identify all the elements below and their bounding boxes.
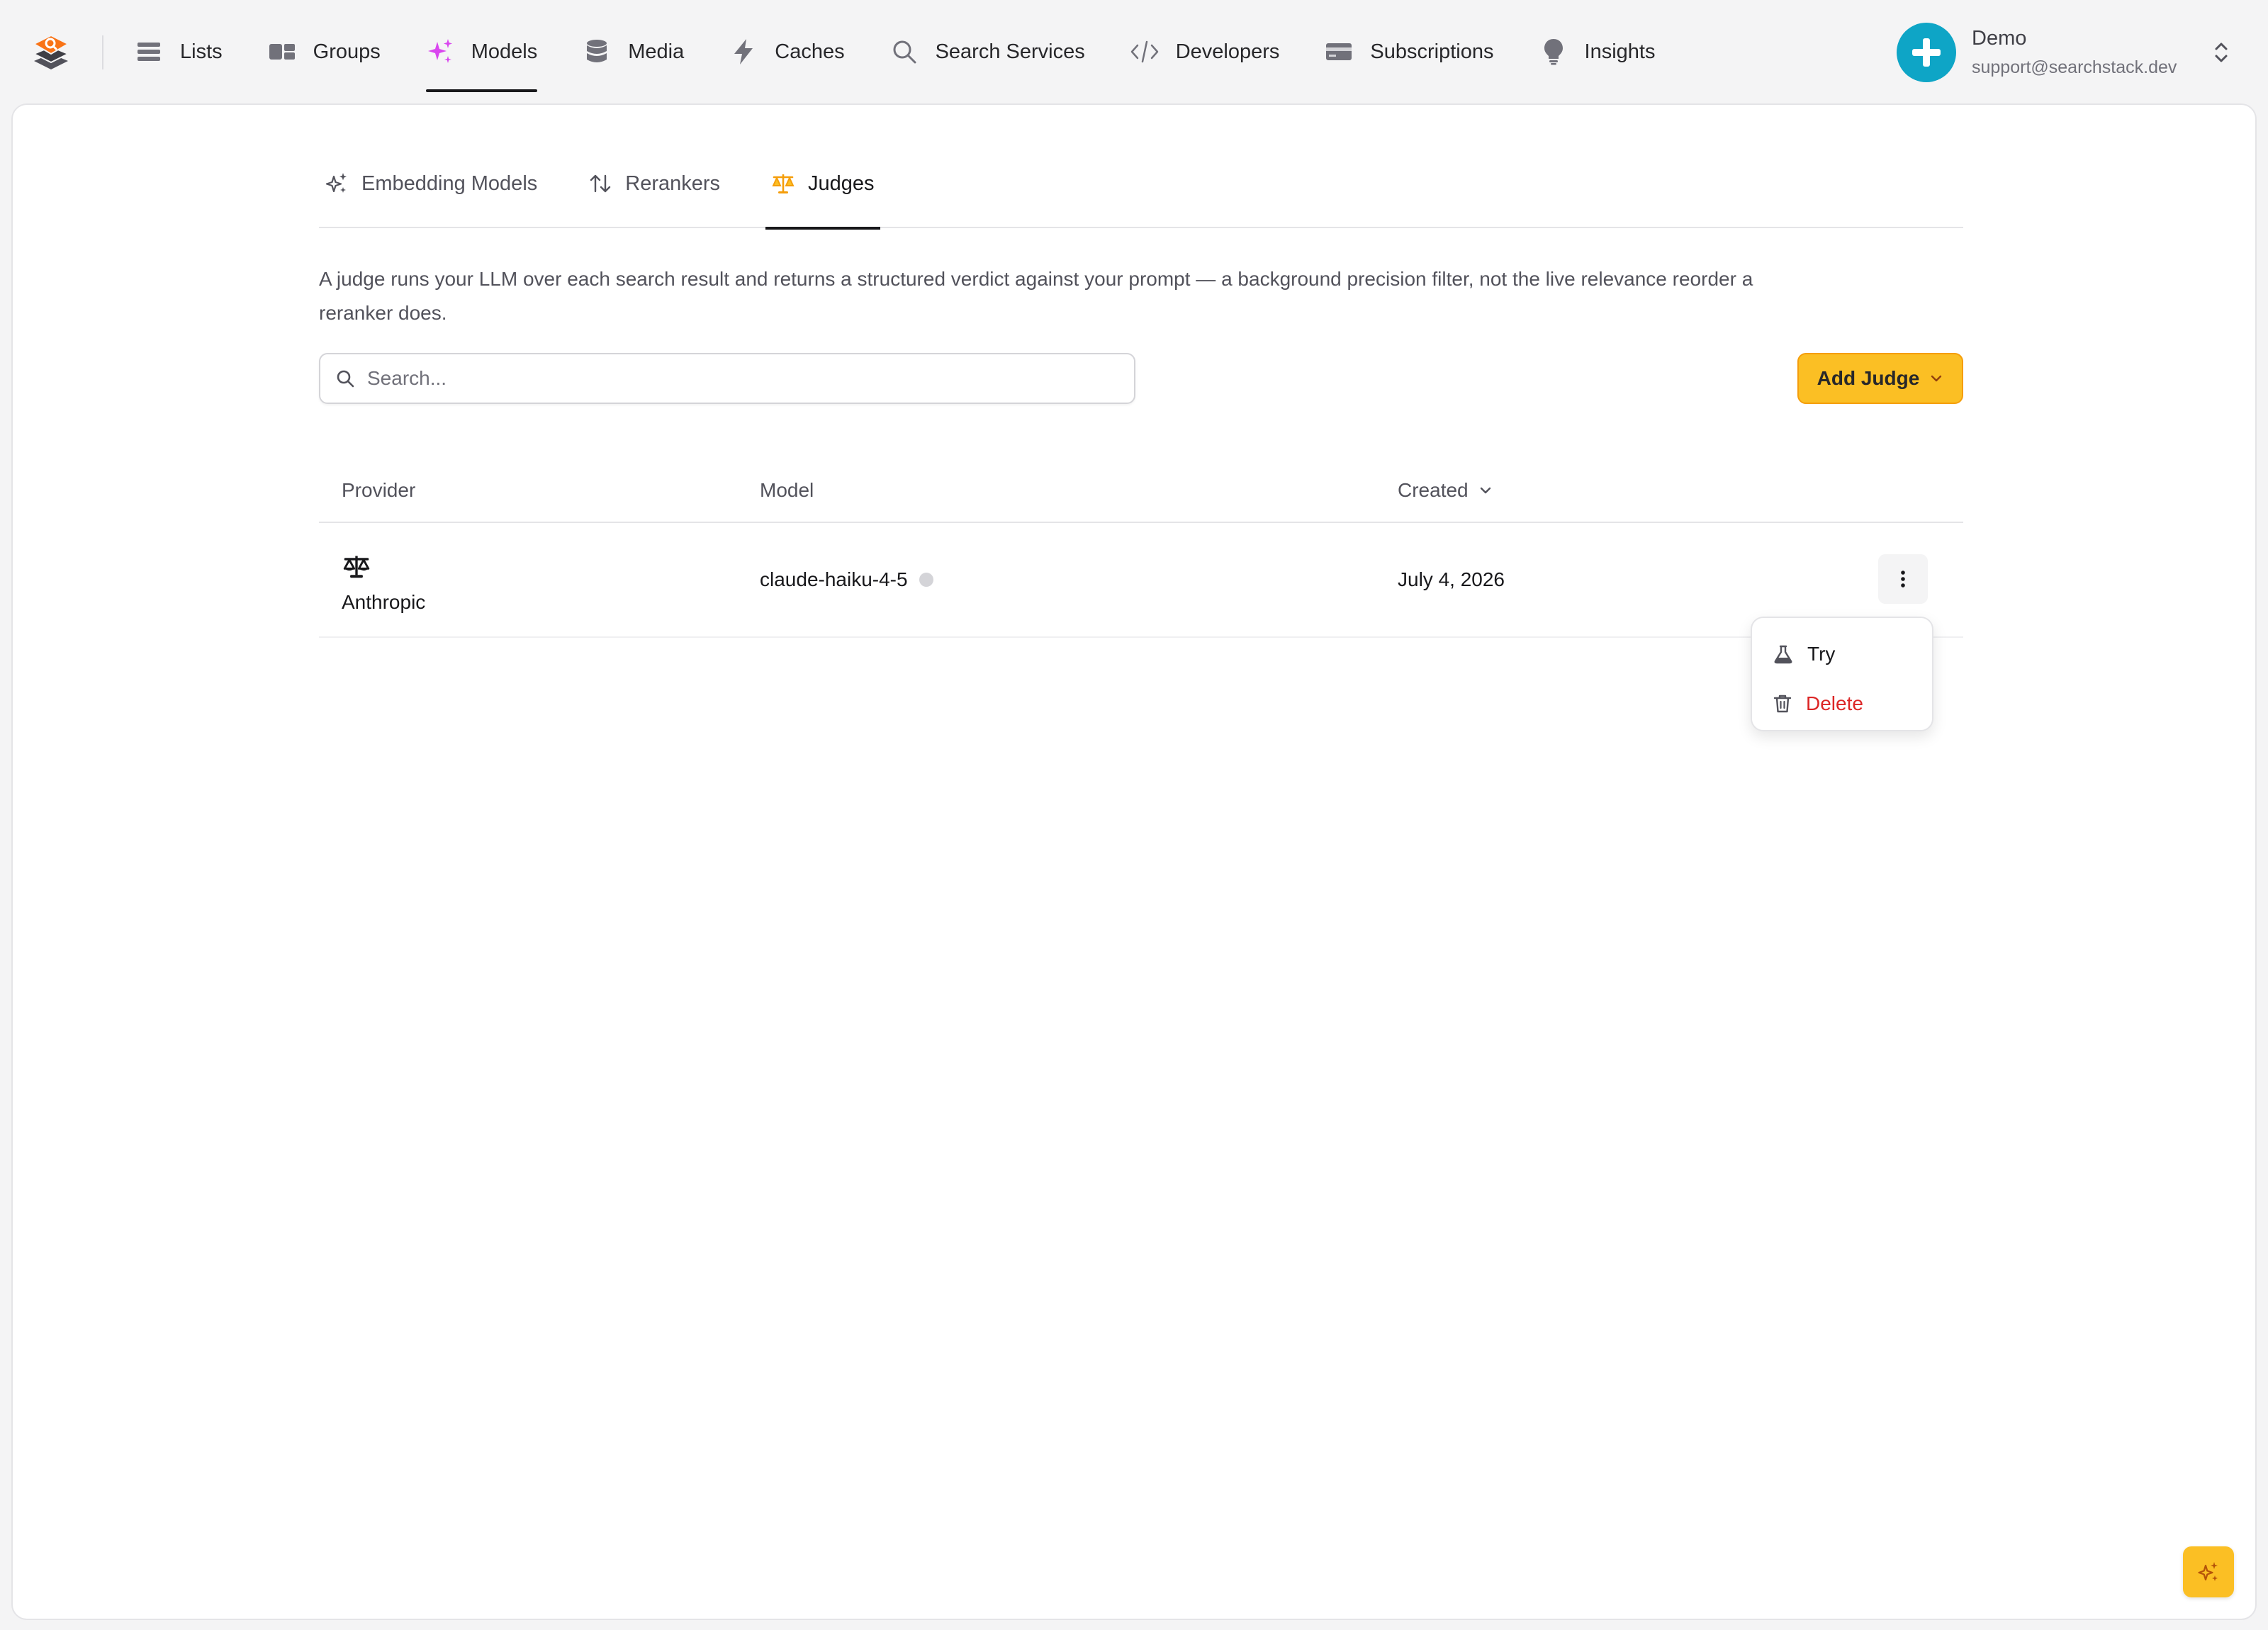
nav-divider — [102, 35, 103, 69]
tab-rerankers[interactable]: Rerankers — [583, 170, 726, 228]
account-name: Demo — [1972, 27, 2027, 50]
menu-item-label: Delete — [1806, 692, 1863, 714]
tab-embedding-models[interactable]: Embedding Models — [319, 170, 543, 228]
search-icon — [336, 369, 354, 388]
nav-item-developers[interactable]: Developers — [1130, 0, 1280, 103]
column-header-created[interactable]: Created — [1398, 479, 1493, 502]
model-cell: claude-haiku-4-5 — [760, 568, 933, 591]
column-header-provider: Provider — [342, 479, 416, 501]
trash-icon — [1773, 694, 1792, 714]
account-switcher[interactable]: Demo support@searchstack.dev — [1897, 23, 2230, 82]
nav-item-media[interactable]: Media — [583, 0, 684, 103]
model-tabs: Embedding Models Rerankers Judges — [319, 170, 1963, 230]
nav-item-search-services[interactable]: Search Services — [890, 0, 1085, 103]
groups-icon — [268, 38, 296, 66]
row-actions-menu: Try Delete — [1751, 617, 1933, 731]
nav-item-label: Subscriptions — [1370, 40, 1494, 63]
chevron-up-down-icon — [2213, 38, 2230, 67]
ai-assistant-button[interactable] — [2183, 1546, 2234, 1597]
model-name: claude-haiku-4-5 — [760, 568, 908, 590]
search-box[interactable] — [319, 353, 1135, 404]
chevron-down-icon — [1929, 371, 1943, 386]
database-icon — [583, 38, 611, 66]
menu-item-delete[interactable]: Delete — [1752, 679, 1932, 729]
nav-item-label: Search Services — [935, 40, 1085, 63]
more-vertical-icon — [1900, 570, 1906, 588]
bolt-icon — [729, 38, 758, 66]
tab-label: Judges — [808, 172, 875, 195]
column-header-model: Model — [760, 479, 814, 501]
menu-item-label: Try — [1807, 643, 1836, 665]
nav-item-label: Media — [628, 40, 685, 63]
status-dot — [919, 573, 933, 587]
plus-icon — [1912, 38, 1941, 67]
tab-judges[interactable]: Judges — [765, 170, 880, 230]
nav-item-insights[interactable]: Insights — [1539, 0, 1656, 103]
tab-label: Rerankers — [625, 172, 721, 195]
lightbulb-icon — [1539, 38, 1568, 66]
nav-item-label: Developers — [1175, 40, 1280, 63]
flask-icon — [1773, 644, 1793, 664]
list-icon — [135, 38, 163, 66]
sparkles-icon — [325, 172, 349, 196]
add-judge-label: Add Judge — [1817, 367, 1920, 389]
created-date: July 4, 2026 — [1398, 568, 1505, 590]
menu-item-try[interactable]: Try — [1752, 629, 1932, 679]
nav-item-caches[interactable]: Caches — [729, 0, 845, 103]
nav-item-subscriptions[interactable]: Subscriptions — [1325, 0, 1494, 103]
app-logo-icon[interactable] — [31, 33, 71, 72]
search-icon — [890, 38, 919, 66]
sparkles-icon — [426, 38, 454, 66]
row-actions-button[interactable] — [1878, 554, 1928, 604]
nav-item-models[interactable]: Models — [425, 0, 538, 103]
nav-item-label: Models — [471, 40, 538, 63]
credit-card-icon — [1325, 38, 1353, 66]
table-header: Provider Model Created — [319, 472, 1963, 523]
search-input[interactable] — [367, 367, 1118, 390]
provider-name: Anthropic — [342, 591, 426, 613]
chevron-down-icon — [1478, 483, 1493, 498]
arrows-up-down-icon — [588, 172, 612, 196]
column-header-created-label: Created — [1398, 479, 1469, 501]
sparkles-icon — [2196, 1560, 2221, 1584]
nav-item-label: Caches — [775, 40, 845, 63]
nav-item-label: Insights — [1584, 40, 1656, 63]
account-email: support@searchstack.dev — [1972, 57, 2177, 77]
scale-icon — [771, 172, 795, 196]
code-icon — [1130, 38, 1159, 66]
top-navigation-bar: Lists Groups Models Media Caches Search … — [0, 0, 2268, 103]
nav-item-label: Groups — [313, 40, 381, 63]
nav-item-label: Lists — [180, 40, 223, 63]
main-panel: Embedding Models Rerankers Judges A judg… — [11, 103, 2257, 1620]
nav-item-groups[interactable]: Groups — [268, 0, 381, 103]
scale-icon — [343, 553, 370, 580]
avatar — [1897, 23, 1956, 82]
add-judge-button[interactable]: Add Judge — [1797, 353, 1963, 404]
table-row: Anthropic claude-haiku-4-5 July 4, 2026 — [319, 523, 1963, 638]
nav-item-lists[interactable]: Lists — [135, 0, 223, 103]
main-nav: Lists Groups Models Media Caches Search … — [135, 0, 1655, 103]
tab-label: Embedding Models — [361, 172, 538, 195]
judges-description: A judge runs your LLM over each search r… — [319, 268, 1753, 324]
